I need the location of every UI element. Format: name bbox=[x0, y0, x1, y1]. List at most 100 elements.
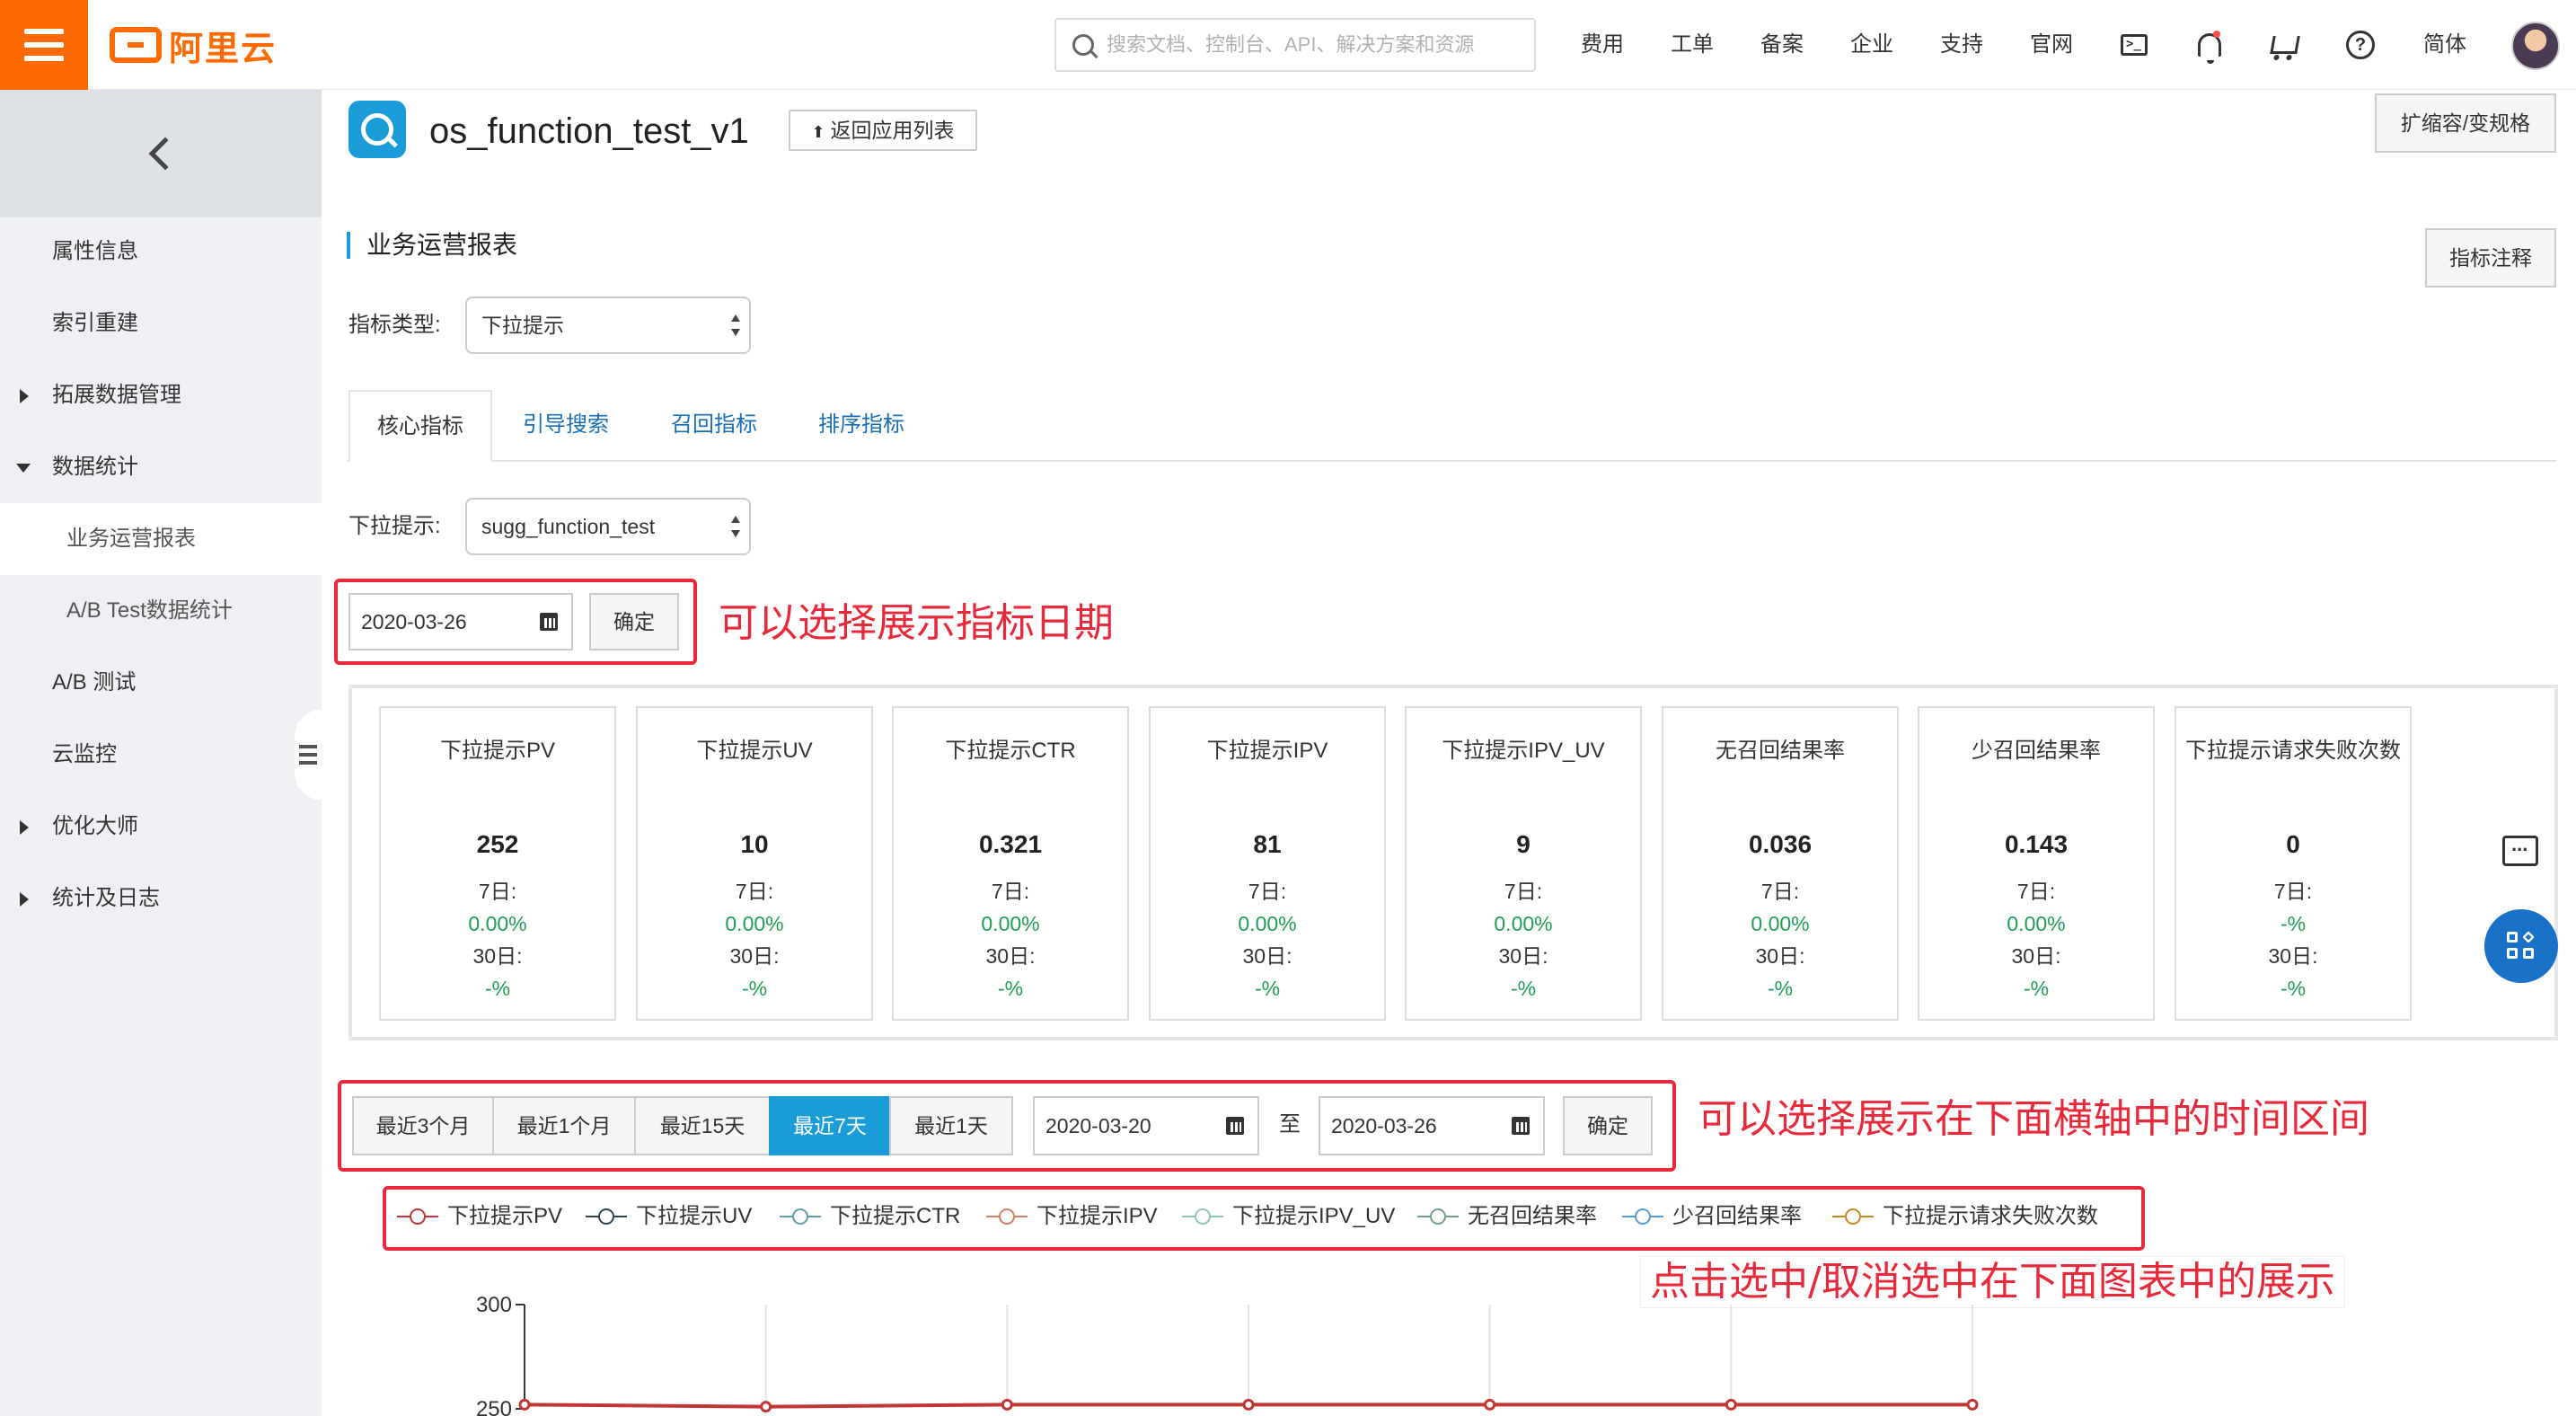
sidebar-item-label: 属性信息 bbox=[52, 239, 138, 263]
sidebar-back-button[interactable] bbox=[0, 90, 322, 217]
range-confirm-button[interactable]: 确定 bbox=[1563, 1096, 1653, 1155]
card-7d-label: 7日: bbox=[735, 880, 774, 903]
apps-grid-icon[interactable] bbox=[2484, 909, 2558, 983]
sidebar-item-index-rebuild[interactable]: 索引重建 bbox=[0, 288, 322, 359]
tab-ranking-metrics[interactable]: 排序指标 bbox=[794, 390, 929, 462]
card-7d-value: 0.00% bbox=[1494, 912, 1553, 935]
sidebar-item-ab-test[interactable]: A/B 测试 bbox=[0, 647, 322, 719]
select-arrows-icon bbox=[731, 516, 740, 537]
card-title: 下拉提示请求失败次数 bbox=[2185, 739, 2401, 763]
legend-line-icon bbox=[1832, 1208, 1874, 1226]
arrow-up-icon: ⬆ bbox=[811, 123, 825, 141]
tab-guided-search[interactable]: 引导搜索 bbox=[499, 390, 632, 462]
hamburger-menu-icon[interactable] bbox=[0, 0, 88, 90]
chart-y-tick-label: 300 bbox=[476, 1293, 512, 1317]
sidebar-item-optimizer[interactable]: 优化大师 bbox=[0, 791, 322, 863]
range-1-month-button[interactable]: 最近1个月 bbox=[492, 1096, 636, 1155]
sidebar-item-data-stats[interactable]: 数据统计 bbox=[0, 431, 322, 503]
card-title: 下拉提示UV bbox=[696, 739, 813, 763]
sidebar-item-label: 索引重建 bbox=[52, 311, 138, 335]
legend-item-no-recall[interactable]: 无召回结果率 bbox=[1417, 1197, 1597, 1236]
legend-item-ipv[interactable]: 下拉提示IPV bbox=[986, 1197, 1158, 1236]
card-30d-value: -% bbox=[741, 977, 768, 1000]
legend-line-icon bbox=[986, 1208, 1028, 1226]
card-30d-label: 30日: bbox=[1242, 944, 1292, 968]
nav-icp[interactable]: 备案 bbox=[1753, 27, 1811, 63]
nav-fees[interactable]: 费用 bbox=[1574, 27, 1631, 63]
legend-item-pv[interactable]: 下拉提示PV bbox=[397, 1197, 562, 1236]
sidebar-item-ab-test-stats[interactable]: A/B Test数据统计 bbox=[0, 575, 322, 647]
range-3-months-button[interactable]: 最近3个月 bbox=[352, 1096, 494, 1155]
card-30d-label: 30日: bbox=[1498, 944, 1548, 968]
range-end-input[interactable]: 2020-03-26 bbox=[1319, 1096, 1500, 1155]
calendar-icon[interactable] bbox=[1498, 1096, 1545, 1155]
date-confirm-button[interactable]: 确定 bbox=[589, 593, 679, 650]
section-accent-bar bbox=[347, 232, 350, 259]
range-7-days-button[interactable]: 最近7天 bbox=[769, 1096, 891, 1155]
search-input[interactable] bbox=[1107, 33, 1520, 57]
card-7d-label: 7日: bbox=[478, 880, 517, 903]
sidebar-item-properties[interactable]: 属性信息 bbox=[0, 216, 322, 288]
legend-item-failures[interactable]: 下拉提示请求失败次数 bbox=[1832, 1197, 2098, 1236]
sidebar-collapse-icon[interactable] bbox=[295, 710, 322, 800]
range-start-input[interactable]: 2020-03-20 bbox=[1033, 1096, 1214, 1155]
chevron-left-icon bbox=[148, 137, 182, 171]
terminal-icon[interactable]: >_ bbox=[2116, 27, 2152, 63]
card-title: 下拉提示PV bbox=[439, 739, 555, 763]
back-to-app-list-button[interactable]: ⬆ 返回应用列表 bbox=[789, 110, 977, 151]
tab-recall-metrics[interactable]: 召回指标 bbox=[647, 390, 781, 462]
tab-core-metrics[interactable]: 核心指标 bbox=[348, 390, 492, 462]
sidebar-item-extended-data[interactable]: 拓展数据管理 bbox=[0, 359, 322, 431]
brand-name: 阿里云 bbox=[169, 28, 278, 68]
metric-notes-button[interactable]: 指标注释 bbox=[2425, 228, 2556, 288]
card-30d-label: 30日: bbox=[2268, 944, 2318, 968]
metric-card: 下拉提示CTR 0.321 7日: 0.00% 30日: -% bbox=[892, 706, 1129, 1021]
cart-icon[interactable] bbox=[2267, 27, 2303, 63]
nav-tickets[interactable]: 工单 bbox=[1663, 27, 1721, 63]
calendar-icon[interactable] bbox=[1213, 1096, 1259, 1155]
sidebar-item-label: 业务运营报表 bbox=[66, 527, 196, 551]
range-annotation: 可以选择展示在下面横轴中的时间区间 bbox=[1698, 1096, 2369, 1142]
range-15-days-button[interactable]: 最近15天 bbox=[634, 1096, 771, 1155]
card-7d-label: 7日: bbox=[2016, 880, 2056, 903]
search-icon bbox=[1072, 34, 1094, 56]
scale-spec-button[interactable]: 扩缩容/变规格 bbox=[2375, 93, 2556, 153]
card-30d-value: -% bbox=[1767, 977, 1794, 1000]
sidebar-item-ops-report[interactable]: 业务运营报表 bbox=[0, 503, 322, 575]
sidebar-item-label: 云监控 bbox=[52, 742, 117, 766]
legend-item-ipv-uv[interactable]: 下拉提示IPV_UV bbox=[1182, 1197, 1395, 1236]
feedback-chat-icon[interactable] bbox=[2502, 833, 2538, 866]
sugg-select[interactable]: sugg_function_test bbox=[465, 498, 751, 555]
card-30d-value: -% bbox=[1254, 977, 1281, 1000]
help-icon[interactable]: ? bbox=[2342, 27, 2378, 63]
legend-item-low-recall[interactable]: 少召回结果率 bbox=[1622, 1197, 1802, 1236]
range-to-label: 至 bbox=[1279, 1112, 1301, 1137]
chart-data-point bbox=[1966, 1398, 1979, 1411]
bell-icon[interactable] bbox=[2192, 27, 2228, 64]
legend-item-uv[interactable]: 下拉提示UV bbox=[586, 1197, 752, 1236]
nav-enterprise[interactable]: 企业 bbox=[1843, 27, 1901, 63]
global-search[interactable] bbox=[1054, 18, 1536, 72]
metric-card: 下拉提示PV 252 7日: 0.00% 30日: -% bbox=[379, 706, 616, 1021]
nav-support[interactable]: 支持 bbox=[1933, 27, 1990, 63]
legend-label: 下拉提示CTR bbox=[830, 1204, 961, 1228]
sidebar-item-stats-logs[interactable]: 统计及日志 bbox=[0, 863, 322, 934]
card-30d-value: -% bbox=[2280, 977, 2307, 1000]
card-7d-label: 7日: bbox=[991, 880, 1030, 903]
calendar-icon[interactable] bbox=[526, 593, 573, 650]
sidebar-item-cloud-monitor[interactable]: 云监控 bbox=[0, 719, 322, 791]
card-value: 0 bbox=[2286, 830, 2300, 858]
metric-type-select[interactable]: 下拉提示 bbox=[465, 296, 751, 354]
caret-down-icon bbox=[16, 464, 31, 473]
legend-item-ctr[interactable]: 下拉提示CTR bbox=[780, 1197, 960, 1236]
date-input[interactable]: 2020-03-26 bbox=[348, 593, 528, 650]
range-1-day-button[interactable]: 最近1天 bbox=[889, 1096, 1013, 1155]
language-switch[interactable]: 简体 bbox=[2416, 27, 2474, 63]
avatar[interactable] bbox=[2511, 22, 2560, 70]
card-30d-value: -% bbox=[484, 977, 511, 1000]
card-title: 下拉提示IPV_UV bbox=[1442, 739, 1605, 763]
nav-official-site[interactable]: 官网 bbox=[2023, 27, 2080, 63]
legend-label: 下拉提示IPV bbox=[1037, 1204, 1158, 1228]
sugg-value: sugg_function_test bbox=[481, 515, 656, 538]
aliyun-logo[interactable]: 阿里云 bbox=[110, 23, 277, 68]
